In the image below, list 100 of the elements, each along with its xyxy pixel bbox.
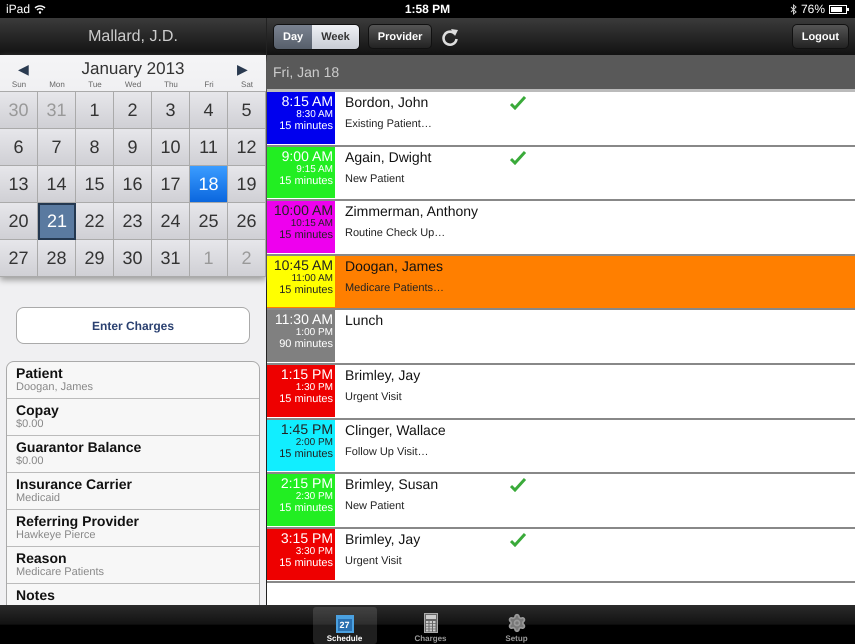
calendar-day[interactable]: 23 (114, 203, 152, 240)
duration: 90 minutes (279, 338, 333, 350)
calendar-day[interactable]: 9 (114, 129, 152, 166)
calendar-day[interactable]: 6 (0, 129, 38, 166)
appointment-row[interactable]: 10:00 AM 10:15 AM 15 minutes Zimmerman, Anthony Routine Check Up… (267, 201, 855, 256)
detail-value: Doogan, James (16, 381, 94, 393)
calendar-day[interactable]: 31 (152, 240, 190, 277)
calendar-day[interactable]: 25 (190, 203, 228, 240)
calendar-day[interactable]: 8 (76, 129, 114, 166)
end-time: 2:00 PM (296, 436, 333, 448)
calendar-day[interactable]: 21 (38, 203, 76, 240)
previous-month-arrow[interactable]: ◀ (18, 61, 29, 77)
visit-reason: Urgent Visit (345, 390, 403, 403)
appointment-row[interactable]: 2:15 PM 2:30 PM 15 minutes Brimley, Susan New Patient (267, 474, 855, 529)
tab-bar-item[interactable]: Setup (484, 607, 548, 644)
calendar-day[interactable]: 7 (38, 129, 76, 166)
logout-button[interactable]: Logout (792, 24, 849, 49)
visit-reason: New Patient (345, 500, 406, 512)
calendar-day[interactable]: 10 (152, 129, 190, 166)
calendar-day[interactable]: 18 (190, 166, 228, 203)
end-time: 3:30 PM (296, 546, 333, 557)
start-time: 1:15 PM (280, 366, 333, 382)
calendar-day[interactable]: 11 (190, 129, 228, 166)
patient-name: Again, Dwight (345, 148, 432, 165)
refresh-icon[interactable] (440, 26, 460, 46)
calendar-day[interactable]: 27 (0, 240, 38, 277)
appointment-row[interactable]: 10:45 AM 11:00 AM 15 minutes Doogan, James Medicare Patients… (267, 256, 855, 310)
tab-bar-item[interactable]: Charges (398, 607, 462, 644)
calendar-day[interactable]: 2 (114, 92, 152, 129)
start-time: 9:00 AM (282, 148, 333, 164)
duration: 15 minutes (279, 392, 333, 405)
date-heading: Fri, Jan 18 (273, 64, 340, 80)
device-label: iPad (6, 2, 46, 16)
start-time: 3:15 PM (280, 530, 333, 546)
end-time: 2:30 PM (296, 491, 333, 502)
settings-icon (506, 613, 526, 633)
calendar-day[interactable]: 14 (38, 166, 76, 203)
next-month-arrow[interactable]: ▶ (237, 61, 248, 77)
weekday-label: Wed (124, 79, 142, 91)
end-time: 10:15 AM (290, 218, 333, 230)
calendar-day[interactable]: 22 (76, 203, 114, 240)
calendar-day[interactable]: 26 (228, 203, 266, 240)
appointment-row[interactable]: 11:30 AM 1:00 PM 90 minutes Lunch (267, 310, 855, 365)
calendar-day[interactable]: 5 (228, 92, 266, 129)
start-time: 8:15 AM (282, 93, 333, 109)
provider-button[interactable]: Provider (368, 24, 432, 49)
patient-name: Zimmerman, Anthony (345, 203, 478, 220)
detail-label: Reason (16, 550, 68, 566)
calendar-day[interactable]: 30 (114, 240, 152, 277)
patient-name: Bordon, John (345, 94, 428, 110)
calendar-day[interactable]: 29 (76, 240, 114, 277)
calculator-icon (424, 613, 438, 633)
duration: 15 minutes (279, 502, 333, 514)
start-time: 10:00 AM (274, 202, 333, 218)
calendar-day[interactable]: 24 (152, 203, 190, 240)
detail-label: Referring Provider (16, 513, 140, 529)
view-tab[interactable]: Week (312, 24, 359, 48)
calendar-day[interactable]: 12 (228, 129, 266, 166)
calendar-day[interactable]: 16 (114, 166, 152, 203)
clock: 1:58 PM (404, 2, 450, 16)
bluetooth-icon (790, 4, 797, 14)
calendar-day[interactable]: 17 (152, 166, 190, 203)
weekday-label: Sun (10, 79, 28, 91)
start-time: 11:30 AM (274, 311, 333, 328)
weekday-label: Tue (87, 79, 103, 91)
duration: 15 minutes (279, 556, 333, 569)
patient-name: Clinger, Wallace (345, 422, 446, 438)
calendar-day[interactable]: 1 (76, 92, 114, 129)
calendar-icon: 27 (336, 615, 354, 633)
appointment-row[interactable]: 1:15 PM 1:30 PM 15 minutes Brimley, Jay Urgent Visit (267, 364, 855, 420)
visit-reason: Follow Up Visit… (345, 446, 430, 458)
visit-reason: Urgent Visit (345, 554, 403, 567)
appointment-row[interactable]: 9:00 AM 9:15 AM 15 minutes Again, Dwight New Patient (267, 146, 855, 202)
appointment-row[interactable]: 8:15 AM 8:30 AM 15 minutes Bordon, John Existing Patient… (267, 92, 855, 147)
calendar-day[interactable]: 28 (38, 240, 76, 277)
duration: 15 minutes (279, 284, 333, 296)
detail-label: Patient (16, 365, 64, 381)
visit-reason: New Patient (345, 172, 406, 185)
visit-reason: Medicare Patients… (345, 282, 446, 294)
appointment-row[interactable]: 1:45 PM 2:00 PM 15 minutes Clinger, Wallace Follow Up Visit… (267, 420, 855, 474)
visit-reason: Existing Patient… (345, 118, 433, 130)
end-time: 1:00 PM (296, 327, 333, 338)
calendar-day[interactable]: 20 (0, 203, 38, 240)
detail-value: $0.00 (16, 455, 45, 467)
calendar-day[interactable]: 15 (76, 166, 114, 203)
appointment-row[interactable]: 3:15 PM 3:30 PM 15 minutes Brimley, Jay Urgent Visit (267, 528, 855, 584)
calendar-day[interactable]: 3 (152, 92, 190, 129)
duration: 15 minutes (279, 174, 333, 187)
patient-name: Brimley, Jay (345, 366, 420, 383)
calendar-day[interactable]: 4 (190, 92, 228, 129)
start-time: 2:15 PM (280, 475, 333, 492)
battery-percent: 76% (800, 2, 825, 16)
tab-bar-item[interactable]: 27 Schedule (312, 607, 376, 644)
weekday-label: Fri (203, 79, 215, 91)
duration: 15 minutes (279, 120, 333, 132)
calendar-day[interactable]: 19 (228, 166, 266, 203)
calendar-day[interactable]: 13 (0, 166, 38, 203)
enter-charges-button[interactable]: Enter Charges (16, 307, 250, 344)
wifi-icon (34, 4, 46, 14)
view-tab[interactable]: Day (274, 24, 312, 48)
